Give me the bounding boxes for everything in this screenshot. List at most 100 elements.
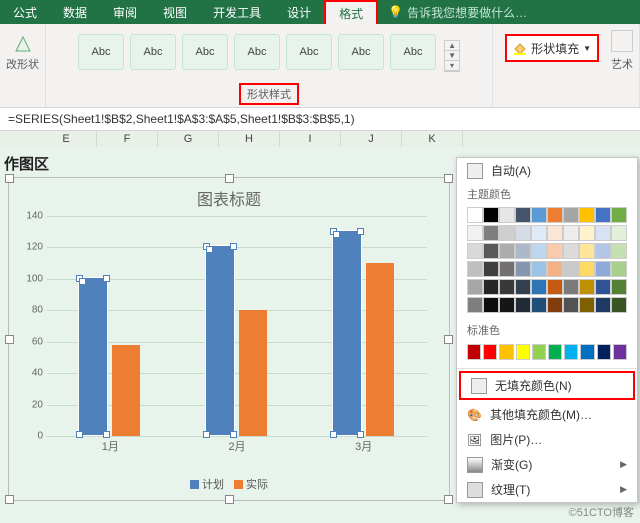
shape-fill-button[interactable]: 形状填充 ▼ (505, 34, 599, 62)
col-header[interactable]: E (36, 131, 97, 147)
color-swatch[interactable] (531, 243, 547, 259)
color-swatch[interactable] (483, 297, 499, 313)
color-swatch[interactable] (499, 297, 515, 313)
fill-gradient[interactable]: 渐变(G) ▶ (457, 452, 637, 477)
resize-handle[interactable] (225, 174, 234, 183)
color-swatch[interactable] (515, 279, 531, 295)
color-swatch[interactable] (563, 297, 579, 313)
color-swatch[interactable] (532, 344, 546, 360)
color-swatch[interactable] (547, 261, 563, 277)
color-swatch[interactable] (547, 243, 563, 259)
chart-object[interactable]: 图表标题 0204060801001201401月2月3月 计划 实际 (8, 177, 450, 501)
wordart-style[interactable] (611, 30, 633, 52)
bar-计划[interactable] (205, 245, 235, 436)
tab-developer[interactable]: 开发工具 (200, 0, 274, 24)
bar-计划[interactable] (332, 230, 362, 436)
resize-handle[interactable] (444, 495, 453, 504)
color-swatch[interactable] (467, 207, 483, 223)
color-swatch[interactable] (611, 207, 627, 223)
bar-实际[interactable] (239, 310, 267, 436)
color-swatch[interactable] (499, 243, 515, 259)
col-header[interactable]: I (280, 131, 341, 147)
color-swatch[interactable] (548, 344, 562, 360)
color-swatch[interactable] (531, 279, 547, 295)
col-header[interactable]: G (158, 131, 219, 147)
color-swatch[interactable] (611, 243, 627, 259)
resize-handle[interactable] (5, 495, 14, 504)
style-item[interactable]: Abc (182, 34, 228, 70)
color-swatch[interactable] (499, 261, 515, 277)
resize-handle[interactable] (444, 174, 453, 183)
col-header[interactable]: H (219, 131, 280, 147)
color-swatch[interactable] (515, 297, 531, 313)
color-swatch[interactable] (563, 279, 579, 295)
color-swatch[interactable] (595, 297, 611, 313)
bar-计划[interactable] (78, 277, 108, 436)
col-header[interactable]: K (402, 131, 463, 147)
formula-bar[interactable]: =SERIES(Sheet1!$B$2,Sheet1!$A$3:$A$5,She… (0, 108, 640, 131)
resize-handle[interactable] (225, 495, 234, 504)
style-item[interactable]: Abc (130, 34, 176, 70)
color-swatch[interactable] (499, 279, 515, 295)
color-swatch[interactable] (579, 279, 595, 295)
color-swatch[interactable] (613, 344, 627, 360)
color-swatch[interactable] (467, 279, 483, 295)
color-swatch[interactable] (579, 261, 595, 277)
resize-handle[interactable] (5, 335, 14, 344)
style-item[interactable]: Abc (286, 34, 332, 70)
color-swatch[interactable] (611, 279, 627, 295)
color-swatch[interactable] (579, 243, 595, 259)
color-swatch[interactable] (499, 225, 515, 241)
color-swatch[interactable] (515, 243, 531, 259)
color-swatch[interactable] (483, 279, 499, 295)
color-swatch[interactable] (467, 243, 483, 259)
color-swatch[interactable] (516, 344, 530, 360)
color-swatch[interactable] (563, 225, 579, 241)
style-item[interactable]: Abc (78, 34, 124, 70)
fill-auto[interactable]: 自动(A) (457, 158, 637, 183)
color-swatch[interactable] (531, 207, 547, 223)
color-swatch[interactable] (483, 207, 499, 223)
color-swatch[interactable] (579, 225, 595, 241)
color-swatch[interactable] (499, 207, 515, 223)
chart-title[interactable]: 图表标题 (9, 178, 449, 214)
color-swatch[interactable] (547, 279, 563, 295)
col-header[interactable]: F (97, 131, 158, 147)
color-swatch[interactable] (483, 261, 499, 277)
color-swatch[interactable] (611, 225, 627, 241)
tab-format[interactable]: 格式 (324, 0, 378, 24)
color-swatch[interactable] (531, 225, 547, 241)
col-header[interactable]: J (341, 131, 402, 147)
color-swatch[interactable] (579, 297, 595, 313)
color-swatch[interactable] (467, 225, 483, 241)
gallery-more[interactable]: ▲▼▾ (444, 40, 460, 72)
color-swatch[interactable] (563, 207, 579, 223)
color-swatch[interactable] (611, 297, 627, 313)
resize-handle[interactable] (5, 174, 14, 183)
color-swatch[interactable] (515, 225, 531, 241)
tab-design[interactable]: 设计 (274, 0, 324, 24)
color-swatch[interactable] (515, 261, 531, 277)
color-swatch[interactable] (467, 344, 481, 360)
more-fill-colors[interactable]: 🎨 其他填充颜色(M)… (457, 402, 637, 427)
style-item[interactable]: Abc (338, 34, 384, 70)
color-swatch[interactable] (564, 344, 578, 360)
color-swatch[interactable] (580, 344, 594, 360)
no-fill-color[interactable]: 无填充颜色(N) (459, 371, 635, 400)
color-swatch[interactable] (563, 243, 579, 259)
color-swatch[interactable] (547, 207, 563, 223)
style-item[interactable]: Abc (390, 34, 436, 70)
style-item[interactable]: Abc (234, 34, 280, 70)
color-swatch[interactable] (595, 243, 611, 259)
tab-data[interactable]: 数据 (50, 0, 100, 24)
color-swatch[interactable] (467, 261, 483, 277)
color-swatch[interactable] (547, 225, 563, 241)
edit-shape-button[interactable]: 改形状 (6, 28, 39, 72)
color-swatch[interactable] (467, 297, 483, 313)
color-swatch[interactable] (597, 344, 611, 360)
color-swatch[interactable] (595, 207, 611, 223)
color-swatch[interactable] (563, 261, 579, 277)
color-swatch[interactable] (595, 261, 611, 277)
chart-legend[interactable]: 计划 实际 (9, 476, 449, 492)
color-swatch[interactable] (595, 225, 611, 241)
